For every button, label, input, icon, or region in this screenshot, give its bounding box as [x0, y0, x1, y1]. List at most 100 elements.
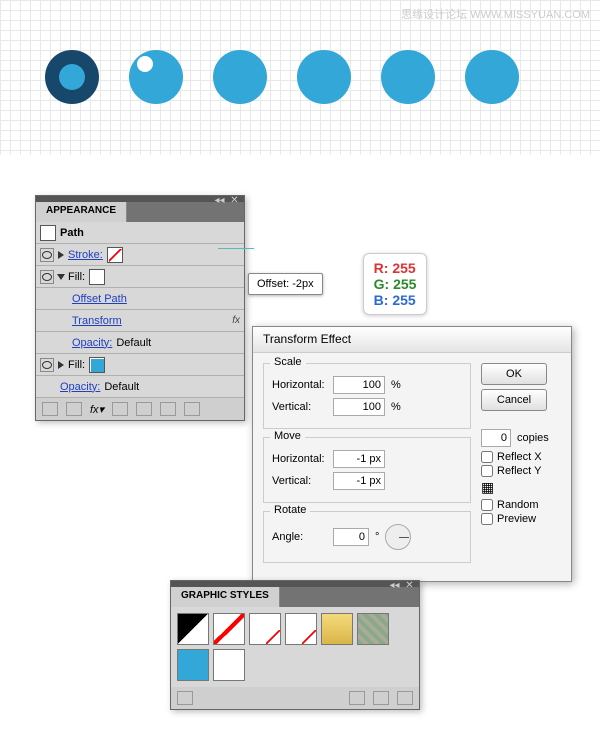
- footer-btn[interactable]: [112, 402, 128, 416]
- style-gold[interactable]: [321, 613, 353, 645]
- style-corner[interactable]: [249, 613, 281, 645]
- watermark: 思缘设计论坛 WWW.MISSYUAN.COM: [401, 6, 590, 22]
- fill-label: Fill:: [68, 359, 85, 371]
- offset-path-link[interactable]: Offset Path: [72, 293, 127, 305]
- style-camo[interactable]: [357, 613, 389, 645]
- style-blue[interactable]: [177, 649, 209, 681]
- fill-row-1[interactable]: Fill:: [36, 266, 244, 288]
- new-style-icon[interactable]: [373, 691, 389, 705]
- path-label: Path: [60, 227, 84, 239]
- stroke-swatch[interactable]: [107, 247, 123, 263]
- appearance-panel: ◂◂ ✕ APPEARANCE Path Stroke: Fill: Offset…: [35, 195, 245, 421]
- move-v-input[interactable]: [333, 472, 385, 490]
- style-default[interactable]: [177, 613, 209, 645]
- reflect-y-label: Reflect Y: [497, 465, 541, 477]
- scale-label: Scale: [270, 356, 306, 368]
- graphic-styles-panel: ◂◂ ✕ GRAPHIC STYLES: [170, 580, 420, 710]
- callout: Offset: -2px R: 255 G: 255 B: 255: [248, 253, 427, 315]
- stroke-label: Stroke:: [68, 249, 103, 261]
- opacity-row-1[interactable]: Opacity: Default: [36, 332, 244, 354]
- circle-3: [213, 50, 267, 104]
- cancel-button[interactable]: Cancel: [481, 389, 547, 411]
- h-label: Horizontal:: [272, 379, 327, 391]
- fill-row-2[interactable]: Fill:: [36, 354, 244, 376]
- fill-swatch-white[interactable]: [89, 269, 105, 285]
- opacity-label: Opacity:: [72, 337, 112, 349]
- scale-group: Scale Horizontal:% Vertical:%: [263, 363, 471, 429]
- copies-input[interactable]: [481, 429, 511, 447]
- expand-icon[interactable]: [58, 251, 64, 259]
- rotate-label: Rotate: [270, 504, 310, 516]
- reflect-x-label: Reflect X: [497, 451, 542, 463]
- fx-icon[interactable]: fx: [232, 315, 240, 326]
- circle-ring: [45, 50, 99, 104]
- offset-path-row[interactable]: Offset Path: [36, 288, 244, 310]
- rgb-readout: R: 255 G: 255 B: 255: [363, 253, 428, 315]
- connector-line: [218, 248, 254, 249]
- angle-label: Angle:: [272, 531, 327, 543]
- rgb-g: G: 255: [374, 276, 417, 292]
- offset-tooltip: Offset: -2px: [248, 273, 323, 295]
- fill-label: Fill:: [68, 271, 85, 283]
- circle-highlight: [129, 50, 183, 104]
- preview-label: Preview: [497, 513, 536, 525]
- appearance-tab[interactable]: APPEARANCE: [36, 202, 127, 222]
- transform-row[interactable]: Transform fx: [36, 310, 244, 332]
- opacity-label: Opacity:: [60, 381, 100, 393]
- footer-btn[interactable]: [66, 402, 82, 416]
- opacity-value: Default: [116, 337, 151, 349]
- scale-h-input[interactable]: [333, 376, 385, 394]
- reference-point-icon[interactable]: ▦: [481, 479, 561, 489]
- break-link-icon[interactable]: [349, 691, 365, 705]
- eye-icon[interactable]: [40, 248, 54, 262]
- rgb-r: R: 255: [374, 260, 417, 276]
- v-label: Vertical:: [272, 401, 327, 413]
- transform-link[interactable]: Transform: [72, 315, 122, 327]
- panel-collapse-icon[interactable]: ◂◂: [389, 580, 400, 591]
- transform-effect-dialog: Transform Effect Scale Horizontal:% Vert…: [252, 326, 572, 582]
- style-none[interactable]: [213, 613, 245, 645]
- v-label: Vertical:: [272, 475, 327, 487]
- ok-button[interactable]: OK: [481, 363, 547, 385]
- gs-footer: [171, 687, 419, 709]
- rotate-group: Rotate Angle:°: [263, 511, 471, 563]
- footer-btn[interactable]: [136, 402, 152, 416]
- reflect-x-check[interactable]: [481, 451, 493, 463]
- circle-6: [465, 50, 519, 104]
- eye-icon[interactable]: [40, 270, 54, 284]
- collapse-icon[interactable]: [57, 274, 65, 280]
- reflect-y-check[interactable]: [481, 465, 493, 477]
- new-icon[interactable]: [160, 402, 176, 416]
- pct: %: [391, 379, 401, 391]
- panel-close-icon[interactable]: ✕: [404, 580, 415, 591]
- preview-check[interactable]: [481, 513, 493, 525]
- opacity-row-2[interactable]: Opacity:Default: [36, 376, 244, 398]
- move-h-input[interactable]: [333, 450, 385, 468]
- angle-input[interactable]: [333, 528, 369, 546]
- angle-dial[interactable]: [385, 524, 411, 550]
- panel-close-icon[interactable]: ✕: [229, 195, 240, 206]
- random-label: Random: [497, 499, 539, 511]
- expand-icon[interactable]: [58, 361, 64, 369]
- stroke-row[interactable]: Stroke:: [36, 244, 244, 266]
- deg: °: [375, 531, 379, 543]
- random-check[interactable]: [481, 499, 493, 511]
- style-corner2[interactable]: [285, 613, 317, 645]
- fx-menu-icon[interactable]: fx▾: [90, 403, 104, 416]
- trash-icon[interactable]: [397, 691, 413, 705]
- eye-icon[interactable]: [40, 358, 54, 372]
- panel-collapse-icon[interactable]: ◂◂: [214, 195, 225, 206]
- dialog-title: Transform Effect: [253, 327, 571, 353]
- pct: %: [391, 401, 401, 413]
- circle-5: [381, 50, 435, 104]
- scale-v-input[interactable]: [333, 398, 385, 416]
- fill-swatch-blue[interactable]: [89, 357, 105, 373]
- footer-btn[interactable]: [177, 691, 193, 705]
- graphic-styles-tab[interactable]: GRAPHIC STYLES: [171, 587, 280, 607]
- circle-4: [297, 50, 351, 104]
- panel-footer: fx▾: [36, 398, 244, 420]
- trash-icon[interactable]: [184, 402, 200, 416]
- style-white[interactable]: [213, 649, 245, 681]
- path-row[interactable]: Path: [36, 222, 244, 244]
- footer-btn[interactable]: [42, 402, 58, 416]
